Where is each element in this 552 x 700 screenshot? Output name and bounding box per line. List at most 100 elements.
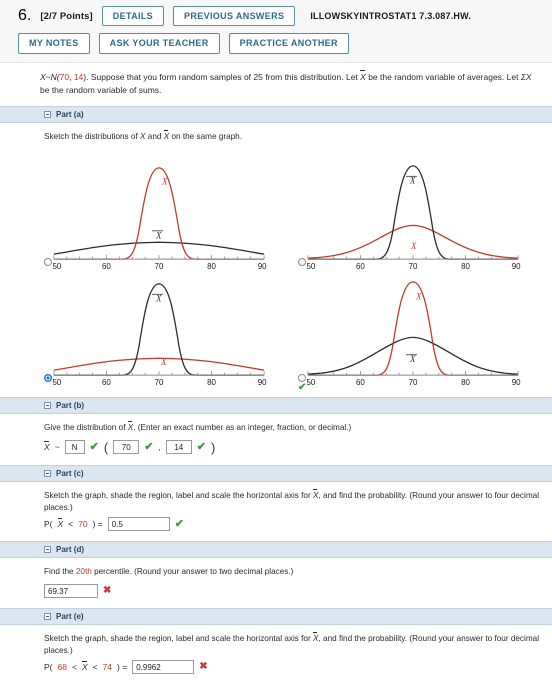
previous-answers-button[interactable]: PREVIOUS ANSWERS: [173, 6, 296, 27]
part-a-prompt-xbar: X: [163, 130, 169, 143]
part-e-probability-input[interactable]: 0.9962: [132, 660, 195, 675]
part-a-bar[interactable]: Part (a): [0, 106, 552, 124]
param-comma: ,: [158, 442, 161, 453]
part-a-prompt: Sketch the distributions of X and X on t…: [44, 130, 540, 143]
distribution-type-input[interactable]: N: [64, 440, 85, 455]
part-b-lhs-xbar: X: [44, 441, 50, 453]
part-a-prompt-2: and: [145, 132, 164, 142]
statement-text-2: be the random variable of averages. Let: [365, 71, 521, 82]
part-c-prompt: Sketch the graph, shade the region, labe…: [44, 488, 540, 515]
points-badge: [2/7 Points]: [40, 10, 93, 22]
part-e-prompt-1: Sketch the graph, shade the region, labe…: [44, 633, 313, 643]
curve-label-black-1: X: [155, 231, 162, 241]
collapse-icon[interactable]: [44, 111, 51, 119]
collapse-icon[interactable]: [44, 402, 51, 410]
choice-option-2[interactable]: X X 50 60 70 80 90: [294, 152, 548, 271]
part-c-expr-mid: <: [68, 519, 74, 530]
part-c-expr-xbar: X: [57, 518, 64, 530]
part-e-prompt: Sketch the graph, shade the region, labe…: [44, 631, 540, 658]
part-c-prompt-xbar: X: [313, 488, 318, 502]
sd-check-icon: ✔: [196, 440, 207, 453]
axis-tick-90: 90: [512, 378, 521, 387]
radio-choice-1[interactable]: [44, 258, 52, 267]
axis-tick-70: 70: [409, 378, 418, 387]
choice-3-radio-row[interactable]: [40, 373, 294, 383]
collapse-icon[interactable]: [44, 469, 51, 477]
sd-input[interactable]: 14: [165, 440, 192, 455]
part-b-bar[interactable]: Part (b): [0, 397, 552, 415]
choice-4-radio-row[interactable]: ✔: [294, 373, 548, 393]
part-c-probability-input[interactable]: 0.5: [107, 517, 170, 532]
collapse-icon[interactable]: [44, 546, 51, 554]
part-c-prompt-1: Sketch the graph, shade the region, labe…: [44, 490, 313, 500]
distribution-graph-1: X X 50 60 70 80 90: [52, 167, 267, 271]
part-e-expr-xbar: X: [81, 661, 88, 673]
part-c-check-icon: ✔: [174, 517, 184, 530]
module-name: ILLOWSKYINTROSTAT1 7.3.087.HW.: [310, 11, 472, 22]
mean-input[interactable]: 70: [113, 440, 140, 455]
statement-mean: 70: [59, 71, 70, 82]
part-c-expr-close: ) =: [92, 519, 103, 530]
question-page: 6. [2/7 Points] DETAILS PREVIOUS ANSWERS…: [0, 0, 552, 700]
statement-text-1: Suppose that you form random samples of …: [88, 71, 361, 82]
part-e-prompt-xbar: X: [313, 631, 318, 645]
part-a-prompt-1: Sketch the distributions of: [44, 132, 141, 142]
open-paren: (: [103, 439, 109, 455]
part-e-bar[interactable]: Part (e): [0, 607, 552, 625]
question-header: 6. [2/7 Points] DETAILS PREVIOUS ANSWERS…: [0, 0, 552, 63]
part-e-cross-icon: ✖: [199, 661, 208, 673]
choice-1-radio-row[interactable]: [40, 257, 294, 267]
choice-option-3[interactable]: X X 50 60 70 80 90: [40, 268, 294, 393]
part-d-prompt-1: Find the: [44, 567, 76, 577]
distribution-graph-3: X X 50 60 70 80 90: [52, 283, 267, 387]
curve-label-red-1: X: [161, 177, 168, 187]
choice-3-graph: X X 50 60 70 80 90: [40, 268, 294, 387]
choice-4-graph: X X 50 60 70 80 90: [294, 268, 548, 387]
statement-text-3: be the random variable of sums.: [40, 84, 162, 95]
part-d-answer-row: 69.37 ✖: [44, 583, 540, 598]
axis-tick-80: 80: [461, 378, 470, 387]
part-b-label: Part (b): [56, 401, 84, 411]
part-c-bar[interactable]: Part (c): [0, 464, 552, 482]
curve-label-black-2: X: [409, 176, 416, 186]
choice-option-1[interactable]: X X 50 60 70 80 90: [40, 152, 294, 271]
radio-choice-4[interactable]: [298, 374, 306, 383]
curve-label-red-3: X: [160, 358, 167, 368]
part-e-label: Part (e): [56, 611, 84, 621]
choice-option-4[interactable]: X X 50 60 70 80 90 ✔: [294, 268, 548, 393]
ask-your-teacher-button[interactable]: ASK YOUR TEACHER: [98, 33, 220, 54]
part-e-expr-close: ) =: [117, 662, 128, 673]
radio-choice-2[interactable]: [298, 258, 306, 267]
part-d-bar[interactable]: Part (d): [0, 541, 552, 559]
part-d-cross-icon: ✖: [103, 584, 112, 596]
part-e-expr-mid2: <: [92, 662, 98, 673]
part-c-expr-open: P(: [44, 519, 53, 530]
axis-tick-60: 60: [356, 378, 365, 387]
choice-1-graph: X X 50 60 70 80 90: [40, 152, 294, 271]
part-b-prompt: Give the distribution of X. (Enter an ex…: [44, 421, 540, 434]
problem-statement: X~N(70, 14). Suppose that you form rando…: [0, 63, 552, 106]
practice-another-button[interactable]: PRACTICE ANOTHER: [228, 33, 349, 54]
collapse-icon[interactable]: [44, 612, 51, 620]
part-c-label: Part (c): [56, 468, 84, 478]
radio-choice-3-selected[interactable]: [44, 374, 52, 383]
part-c-expr-bound: 70: [78, 519, 88, 530]
part-b-prompt-1: Give the distribution of: [44, 423, 128, 433]
distribution-graph-4: X X 50 60 70 80 90: [306, 281, 521, 387]
part-d-percentile-input[interactable]: 69.37: [44, 583, 98, 598]
header-row-top: 6. [2/7 Points] DETAILS PREVIOUS ANSWERS…: [18, 6, 542, 27]
choice-2-graph: X X 50 60 70 80 90: [294, 152, 548, 271]
part-e-answer-row: P(68 < X < 74) = 0.9962 ✖: [44, 660, 540, 675]
part-c-answer-row: P( X < 70 ) = 0.5 ✔: [44, 517, 540, 532]
statement-xbar: X: [360, 69, 366, 84]
statement-dist-open: N(: [50, 71, 60, 82]
part-a-label: Part (a): [56, 110, 84, 120]
choice-2-radio-row[interactable]: [294, 257, 548, 267]
details-button[interactable]: DETAILS: [101, 6, 165, 27]
axis-tick-50: 50: [52, 378, 61, 387]
part-d-percentile: 20th: [75, 567, 92, 577]
curve-label-black-3: X: [155, 294, 162, 304]
distribution-type-check-icon: ✔: [89, 440, 99, 453]
part-a-body: Sketch the distributions of X and X on t…: [0, 123, 552, 150]
my-notes-button[interactable]: MY NOTES: [18, 33, 90, 54]
